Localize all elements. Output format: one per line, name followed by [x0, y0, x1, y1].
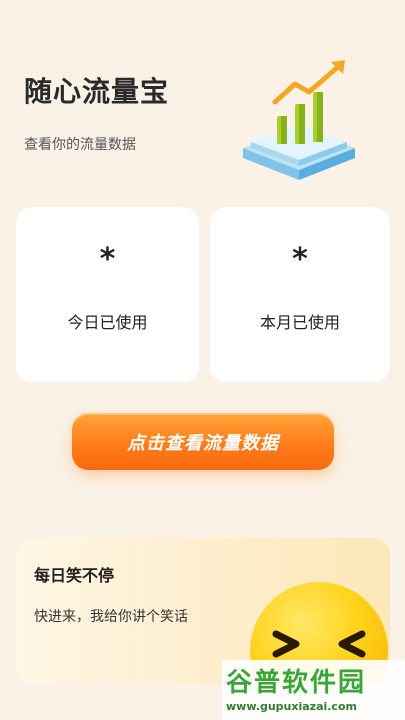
today-usage-label: 今日已使用	[67, 313, 148, 332]
month-usage-label: 本月已使用	[259, 313, 340, 332]
month-usage-card: * 本月已使用	[210, 207, 390, 382]
app-title: 随心流量宝	[24, 75, 170, 108]
month-usage-value: *	[292, 242, 308, 277]
watermark-url: www.gupuxiazai.com	[226, 700, 357, 713]
app-subtitle: 查看你的流量数据	[24, 137, 136, 153]
view-traffic-data-button[interactable]: 点击查看流量数据	[72, 413, 334, 470]
today-usage-card: * 今日已使用	[16, 207, 199, 382]
joke-card-description: 快进来，我给你讲个笑话	[34, 609, 188, 625]
today-usage-value: *	[99, 242, 116, 277]
watermark-title: 谷普软件园	[226, 668, 367, 698]
growth-chart-illustration-icon	[243, 60, 355, 180]
watermark-logo: 谷普软件园 www.gupuxiazai.com	[222, 660, 405, 720]
joke-card-title: 每日笑不停	[34, 566, 115, 585]
header: 随心流量宝 查看你的流量数据	[24, 70, 169, 154]
